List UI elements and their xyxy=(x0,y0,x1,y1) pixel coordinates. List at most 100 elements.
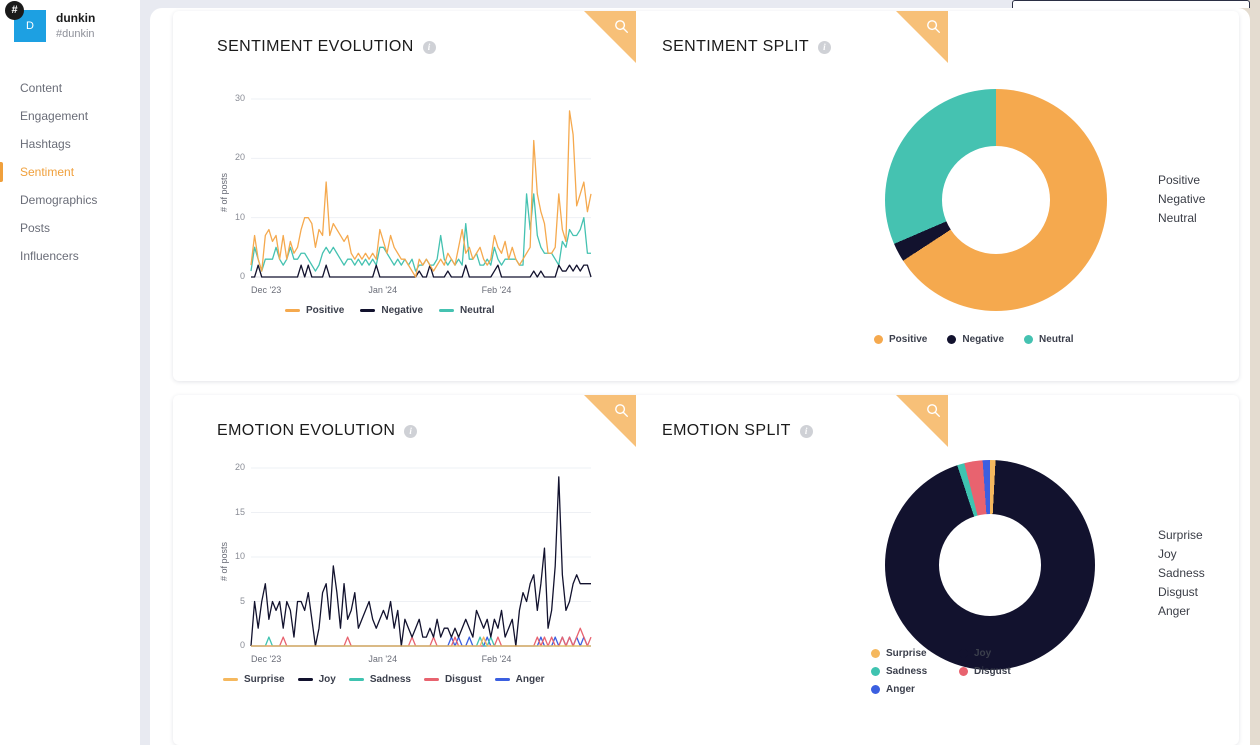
legend-item-neutral[interactable]: Neutral xyxy=(1024,334,1074,345)
sentiment-split-title-row: SENTIMENT SPLIT i xyxy=(662,38,832,56)
y-axis-label: # of posts xyxy=(219,541,229,581)
donut-hole xyxy=(939,514,1041,616)
legend-item-surprise[interactable]: Surprise xyxy=(223,674,285,685)
legend-label: Negative xyxy=(381,305,424,316)
account-name: dunkin xyxy=(56,11,96,25)
emotion-split-values-table: Surprise3Joy335Sadness4Disgust10Anger4 xyxy=(1158,526,1239,621)
table-row: Neutral287 xyxy=(1158,209,1239,228)
app-root: D # dunkin #dunkin Content Engagement Hash… xyxy=(0,0,1260,745)
sidebar-item-sentiment[interactable]: Sentiment xyxy=(0,158,140,186)
legend-label: Surprise xyxy=(886,648,927,659)
series-negative xyxy=(251,264,592,278)
sentiment-evolution-title-row: SENTIMENT EVOLUTION i xyxy=(217,38,436,56)
x-axis-tick: Jan '24 xyxy=(368,285,398,295)
legend-swatch xyxy=(285,309,300,312)
legend-item-joy[interactable]: Joy xyxy=(297,674,336,685)
sidebar-item-demographics[interactable]: Demographics xyxy=(0,186,140,214)
legend-label: Positive xyxy=(889,334,928,345)
table-row: Sadness4 xyxy=(1158,564,1239,583)
emotion-evolution-title-row: EMOTION EVOLUTION i xyxy=(217,422,418,440)
sidebar-item-content[interactable]: Content xyxy=(0,74,140,102)
value-label: Disgust xyxy=(1158,585,1199,599)
series-positive xyxy=(250,110,592,278)
legend-item-negative[interactable]: Negative xyxy=(947,334,1004,345)
emotion-evolution-chart: 0 5 10 15 20 Dec '23 Jan '24 Feb '24 # of posts S… xyxy=(217,460,597,690)
page-title-sentiment-evolution: SENTIMENT EVOLUTION xyxy=(217,38,414,55)
page-title-sentiment-split: SENTIMENT SPLIT xyxy=(662,38,810,55)
x-axis-tick: Dec '23 xyxy=(251,285,282,295)
legend-swatch xyxy=(1024,335,1034,344)
legend-swatch xyxy=(959,649,968,658)
expand-search-ribbon-sentiment-evolution[interactable] xyxy=(584,11,636,63)
hashtag-badge-icon: # xyxy=(5,1,24,20)
legend-item-positive[interactable]: Positive xyxy=(874,334,927,345)
expand-search-ribbon-sentiment-split[interactable] xyxy=(896,11,948,63)
page-title-emotion-evolution: EMOTION EVOLUTION xyxy=(217,422,396,439)
sidebar-account-text: dunkin #dunkin xyxy=(56,10,95,40)
top-bar-partial-panel[interactable] xyxy=(1012,0,1250,8)
search-icon xyxy=(927,404,941,418)
sidebar-item-label: Hashtags xyxy=(20,137,71,151)
legend-label: Sadness xyxy=(369,674,411,685)
value-label: Joy xyxy=(1158,547,1177,561)
search-icon xyxy=(615,20,629,34)
y-axis-tick: 20 xyxy=(234,152,245,163)
info-icon[interactable]: i xyxy=(404,424,418,438)
sidebar-item-posts[interactable]: Posts xyxy=(0,214,140,242)
legend-item-neutral[interactable]: Neutral xyxy=(439,305,495,316)
page-title-emotion-split: EMOTION SPLIT xyxy=(662,422,791,439)
table-row: Positive600 xyxy=(1158,171,1239,190)
emotion-card: EMOTION EVOLUTION i 0 5 10 15 20 Dec '23 Jan '… xyxy=(173,395,1239,745)
sidebar-item-hashtags[interactable]: Hashtags xyxy=(0,130,140,158)
sidebar-account-header[interactable]: D # dunkin #dunkin xyxy=(0,0,140,42)
legend-item-disgust[interactable]: Disgust xyxy=(959,666,1039,677)
value-label: Positive xyxy=(1158,173,1201,187)
sentiment-evolution-panel: SENTIMENT EVOLUTION i 0 10 20 30 Dec '23 Jan … xyxy=(173,11,643,381)
legend-item-surprise[interactable]: Surprise xyxy=(871,648,951,659)
legend-item-joy[interactable]: Joy xyxy=(959,648,1039,659)
y-axis-tick: 0 xyxy=(239,271,245,281)
legend-item-anger[interactable]: Anger xyxy=(494,674,545,685)
legend-item-sadness[interactable]: Sadness xyxy=(871,666,951,677)
series-joy xyxy=(250,476,591,647)
legend-swatch xyxy=(348,678,364,681)
emotion-split-title-row: EMOTION SPLIT i xyxy=(662,422,813,440)
legend-item-disgust[interactable]: Disgust xyxy=(423,674,482,685)
legend-item-anger[interactable]: Anger xyxy=(871,684,951,695)
y-axis-tick: 15 xyxy=(234,506,245,517)
sidebar-item-label: Sentiment xyxy=(20,165,75,179)
legend-label: Sadness xyxy=(886,666,928,677)
y-axis-tick: 0 xyxy=(239,640,245,650)
y-axis-tick: 30 xyxy=(234,93,245,103)
expand-search-ribbon-emotion-split[interactable] xyxy=(896,395,948,447)
info-icon[interactable]: i xyxy=(799,424,813,438)
legend-item-sadness[interactable]: Sadness xyxy=(348,674,411,685)
y-axis-tick: 5 xyxy=(239,595,245,606)
legend-label: Anger xyxy=(886,684,915,695)
value-label: Anger xyxy=(1158,604,1191,618)
legend-label: Anger xyxy=(515,674,545,685)
sentiment_evolution-legend: Positive Negative Neutral xyxy=(285,305,495,316)
legend-swatch xyxy=(494,678,510,681)
x-axis-tick: Feb '24 xyxy=(481,285,512,295)
legend-label: Positive xyxy=(306,305,345,316)
legend-swatch xyxy=(223,678,238,681)
info-icon[interactable]: i xyxy=(422,40,436,54)
legend-item-negative[interactable]: Negative xyxy=(360,305,423,316)
legend-swatch xyxy=(423,678,439,681)
legend-swatch xyxy=(871,649,880,658)
sentiment-split-legend: Positive Negative Neutral xyxy=(874,334,1134,345)
legend-swatch xyxy=(874,335,883,344)
legend-swatch xyxy=(947,335,957,344)
legend-swatch xyxy=(439,309,455,312)
search-icon xyxy=(927,20,941,34)
avatar-wrap: D # xyxy=(5,1,46,42)
sidebar-item-influencers[interactable]: Influencers xyxy=(0,242,140,270)
expand-search-ribbon-emotion-evolution[interactable] xyxy=(584,395,636,447)
sentiment-split-donut xyxy=(885,89,1107,311)
legend-label: Surprise xyxy=(244,674,285,685)
emotion-evolution-panel: EMOTION EVOLUTION i 0 5 10 15 20 Dec '23 Jan '… xyxy=(173,395,643,745)
info-icon[interactable]: i xyxy=(818,40,832,54)
sidebar-item-engagement[interactable]: Engagement xyxy=(0,102,140,130)
legend-item-positive[interactable]: Positive xyxy=(285,305,344,316)
